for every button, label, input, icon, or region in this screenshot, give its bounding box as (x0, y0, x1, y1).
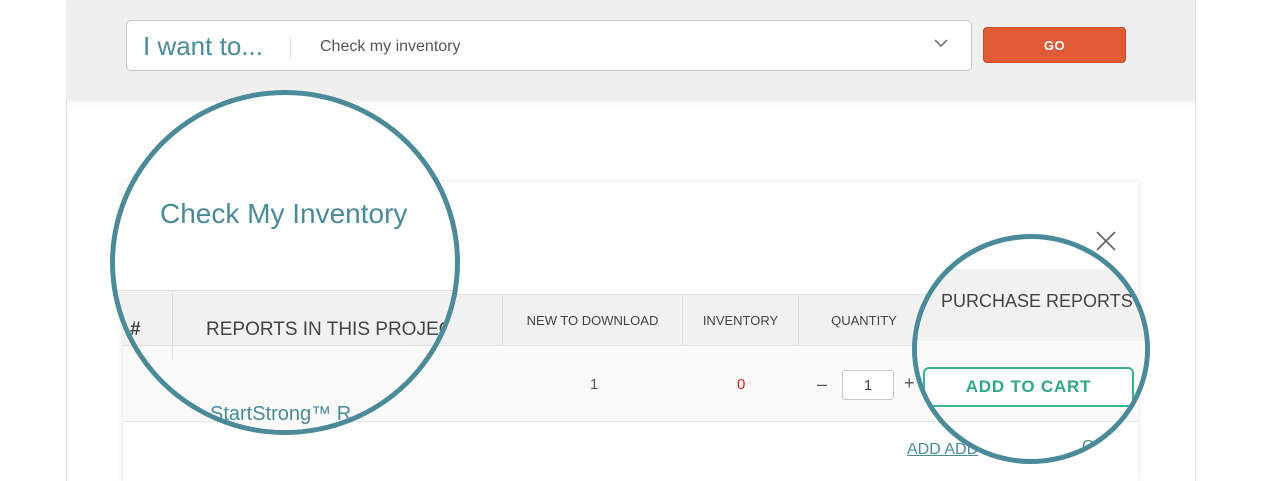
magnifier-left: Check My Inventory # REPORTS IN THIS PRO… (110, 90, 460, 435)
row-number: 1. (146, 378, 156, 390)
panel-title: Check My Inventory (160, 198, 408, 229)
minus-icon[interactable]: – (817, 374, 827, 395)
chevron-down-icon[interactable] (933, 35, 949, 51)
col-new-to-download-header: NEW TO DOWNLOAD (503, 295, 683, 345)
zoomed-column-divider (172, 290, 173, 360)
col-inventory-header: INVENTORY (683, 295, 799, 345)
col-quantity-header: QUANTITY (831, 312, 897, 328)
i-want-to-dropdown[interactable]: I want to... Check my inventory (126, 20, 972, 71)
go-button[interactable]: GO (983, 27, 1126, 63)
col-purchase-label: PURCHASE REPORTS (941, 291, 1133, 311)
plus-icon[interactable]: + (904, 373, 915, 394)
quantity-input[interactable]: 1 (842, 370, 894, 400)
i-want-to-label: I want to... (143, 31, 263, 61)
col-reports-label: REPORTS IN THIS PROJECT (206, 319, 460, 340)
new-to-download-value: 1 (590, 376, 599, 393)
report-name-link[interactable]: StartStrong™ R (210, 403, 351, 426)
dropdown-divider (290, 37, 291, 59)
add-to-cart-button[interactable]: ADD TO CART (923, 367, 1134, 407)
inventory-value: 0 (737, 376, 746, 393)
add-more-reports-link-end[interactable]: ORTS (1082, 438, 1126, 456)
selected-option: Check my inventory (320, 38, 461, 55)
magnifier-right: PURCHASE REPORTS ADD TO CART ORTS (912, 234, 1150, 464)
col-number-label: # (130, 319, 141, 340)
